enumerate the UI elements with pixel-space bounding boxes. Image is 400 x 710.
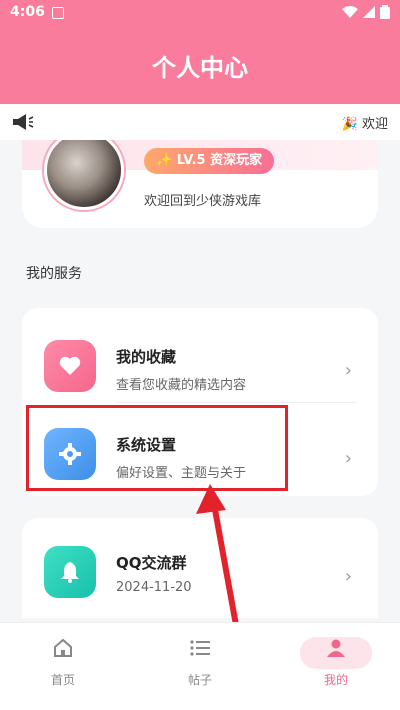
- qq-group-title: QQ交流群: [116, 554, 187, 572]
- profile-card: ✨ LV.5 资深玩家 欢迎回到少侠游戏库: [22, 140, 378, 228]
- favorites-title: 我的收藏: [116, 348, 177, 366]
- divider: [116, 402, 356, 403]
- status-indicators: [342, 5, 390, 19]
- nav-posts[interactable]: 帖子: [155, 637, 245, 688]
- favorites-icon-tile: [44, 340, 96, 392]
- nav-profile-label: 我的: [323, 673, 348, 687]
- bottom-nav: 首页 帖子 我的: [0, 622, 400, 710]
- nav-profile[interactable]: 我的: [291, 637, 381, 688]
- notice-bar[interactable]: 🎉 欢迎: [0, 104, 400, 140]
- section-title: 我的服务: [26, 266, 82, 282]
- qq-group-date: 2024-11-20: [116, 580, 192, 595]
- megaphone-icon: [13, 114, 34, 130]
- annotation-arrow: [196, 484, 239, 628]
- user-icon: [327, 639, 345, 657]
- home-icon: [54, 638, 72, 657]
- status-bar: 4:06: [0, 0, 400, 26]
- level-badge: ✨ LV.5 资深玩家: [144, 148, 275, 174]
- heart-icon: [59, 356, 81, 375]
- chevron-right-icon: ›: [344, 448, 352, 469]
- chevron-right-icon: ›: [344, 360, 352, 381]
- list-icon: [190, 640, 210, 656]
- favorites-row[interactable]: 我的收藏 查看您收藏的精选内容 ›: [22, 316, 378, 404]
- wifi-icon: [342, 6, 358, 18]
- annotation-highlight-box: [26, 405, 288, 491]
- page-title: 个人中心: [152, 54, 248, 82]
- notification-icon: [52, 7, 64, 19]
- nav-home-label: 首页: [50, 673, 75, 687]
- favorites-subtitle: 查看您收藏的精选内容: [116, 378, 247, 393]
- status-time: 4:06: [10, 4, 45, 20]
- nav-home[interactable]: 首页: [18, 637, 108, 688]
- page-header: 个人中心: [0, 26, 400, 104]
- notice-text: 🎉 欢迎: [341, 117, 388, 132]
- battery-icon: [380, 5, 390, 19]
- signal-icon: [363, 6, 375, 18]
- bell-icon: [61, 562, 79, 583]
- avatar[interactable]: [44, 140, 124, 210]
- qq-group-icon-tile: [44, 546, 96, 598]
- nav-posts-label: 帖子: [187, 673, 212, 687]
- welcome-text: 欢迎回到少侠游戏库: [144, 194, 262, 209]
- chevron-right-icon: ›: [344, 566, 352, 587]
